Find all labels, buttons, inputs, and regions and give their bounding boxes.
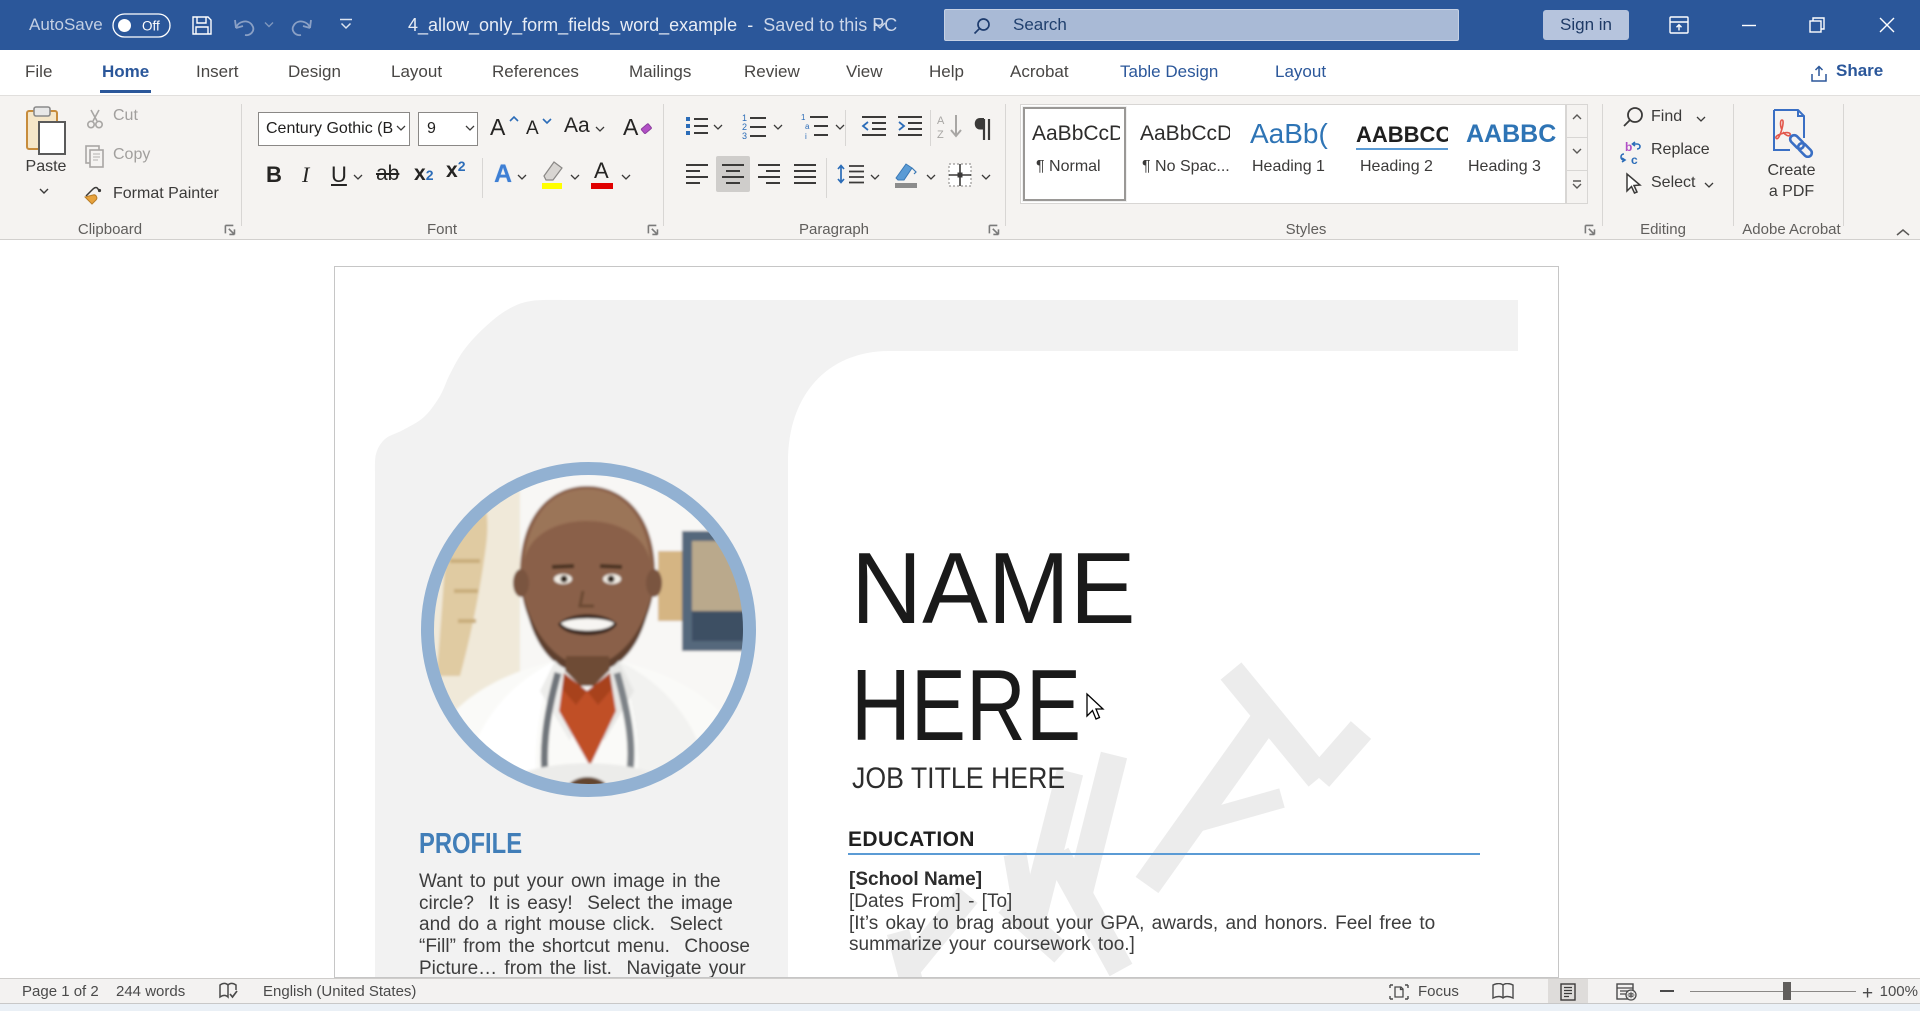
svg-text:b: b <box>1625 140 1632 154</box>
svg-text:c: c <box>1631 153 1638 166</box>
svg-text:i: i <box>805 132 807 140</box>
svg-text:1: 1 <box>801 113 806 122</box>
svg-text:Z: Z <box>937 129 944 140</box>
svg-text:A: A <box>937 115 945 127</box>
svg-text:3: 3 <box>742 131 747 140</box>
svg-text:Off: Off <box>142 19 160 34</box>
svg-text:a: a <box>805 122 810 131</box>
